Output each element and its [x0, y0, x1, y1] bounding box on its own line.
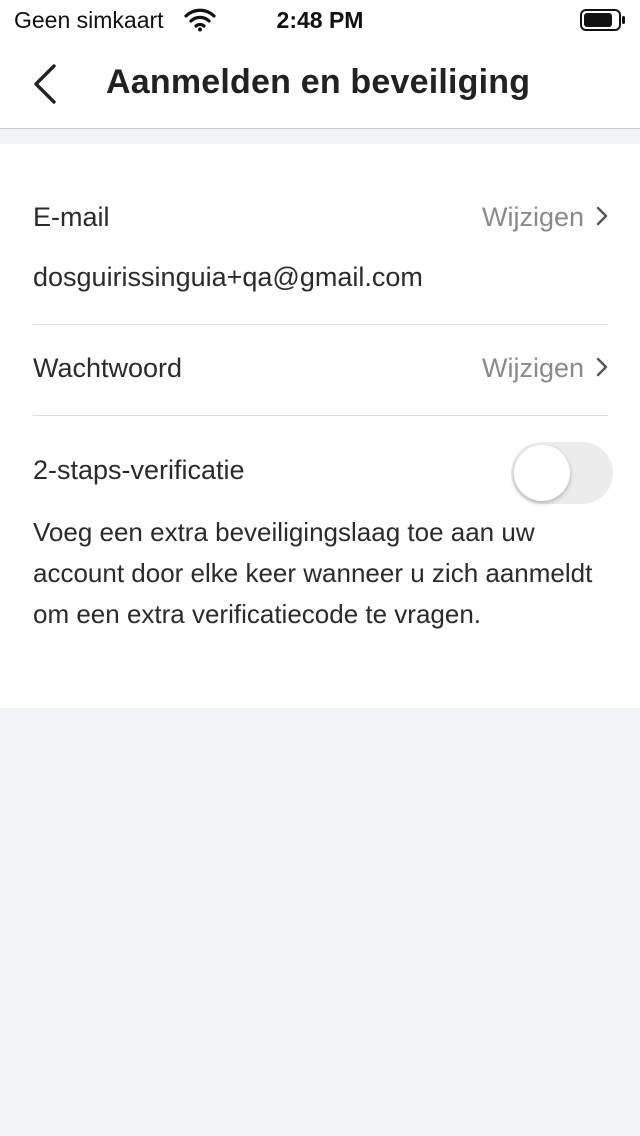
two-step-toggle[interactable] — [511, 442, 613, 504]
status-bar: Geen simkaart 2:48 PM — [0, 0, 640, 40]
settings-card: E-mail Wijzigen dosguirissinguia+qa@gmai… — [0, 144, 640, 708]
two-step-description: Voeg een extra beveiligingslaag toe aan … — [33, 517, 593, 629]
back-button[interactable] — [24, 62, 68, 106]
battery-icon — [580, 9, 626, 36]
navigation-bar: Aanmelden en beveiliging — [0, 40, 640, 129]
clock: 2:48 PM — [276, 7, 364, 33]
chevron-right-icon — [596, 353, 608, 384]
password-label: Wachtwoord — [33, 353, 183, 383]
change-password-label: Wijzigen — [481, 353, 584, 383]
email-value: dosguirissinguia+qa@gmail.com — [33, 262, 423, 292]
change-password-button[interactable]: Wijzigen — [482, 353, 608, 384]
change-email-button[interactable]: Wijzigen — [482, 202, 608, 233]
page-title: Aanmelden en beveiliging — [106, 63, 531, 101]
change-email-label: Wijzigen — [481, 202, 584, 232]
back-chevron-icon — [34, 64, 56, 104]
chevron-right-icon — [596, 202, 608, 233]
toggle-knob — [514, 445, 570, 501]
email-label: E-mail — [33, 202, 110, 232]
divider — [33, 324, 608, 325]
two-step-label: 2-staps-verificatie — [33, 455, 245, 485]
divider — [33, 415, 608, 416]
